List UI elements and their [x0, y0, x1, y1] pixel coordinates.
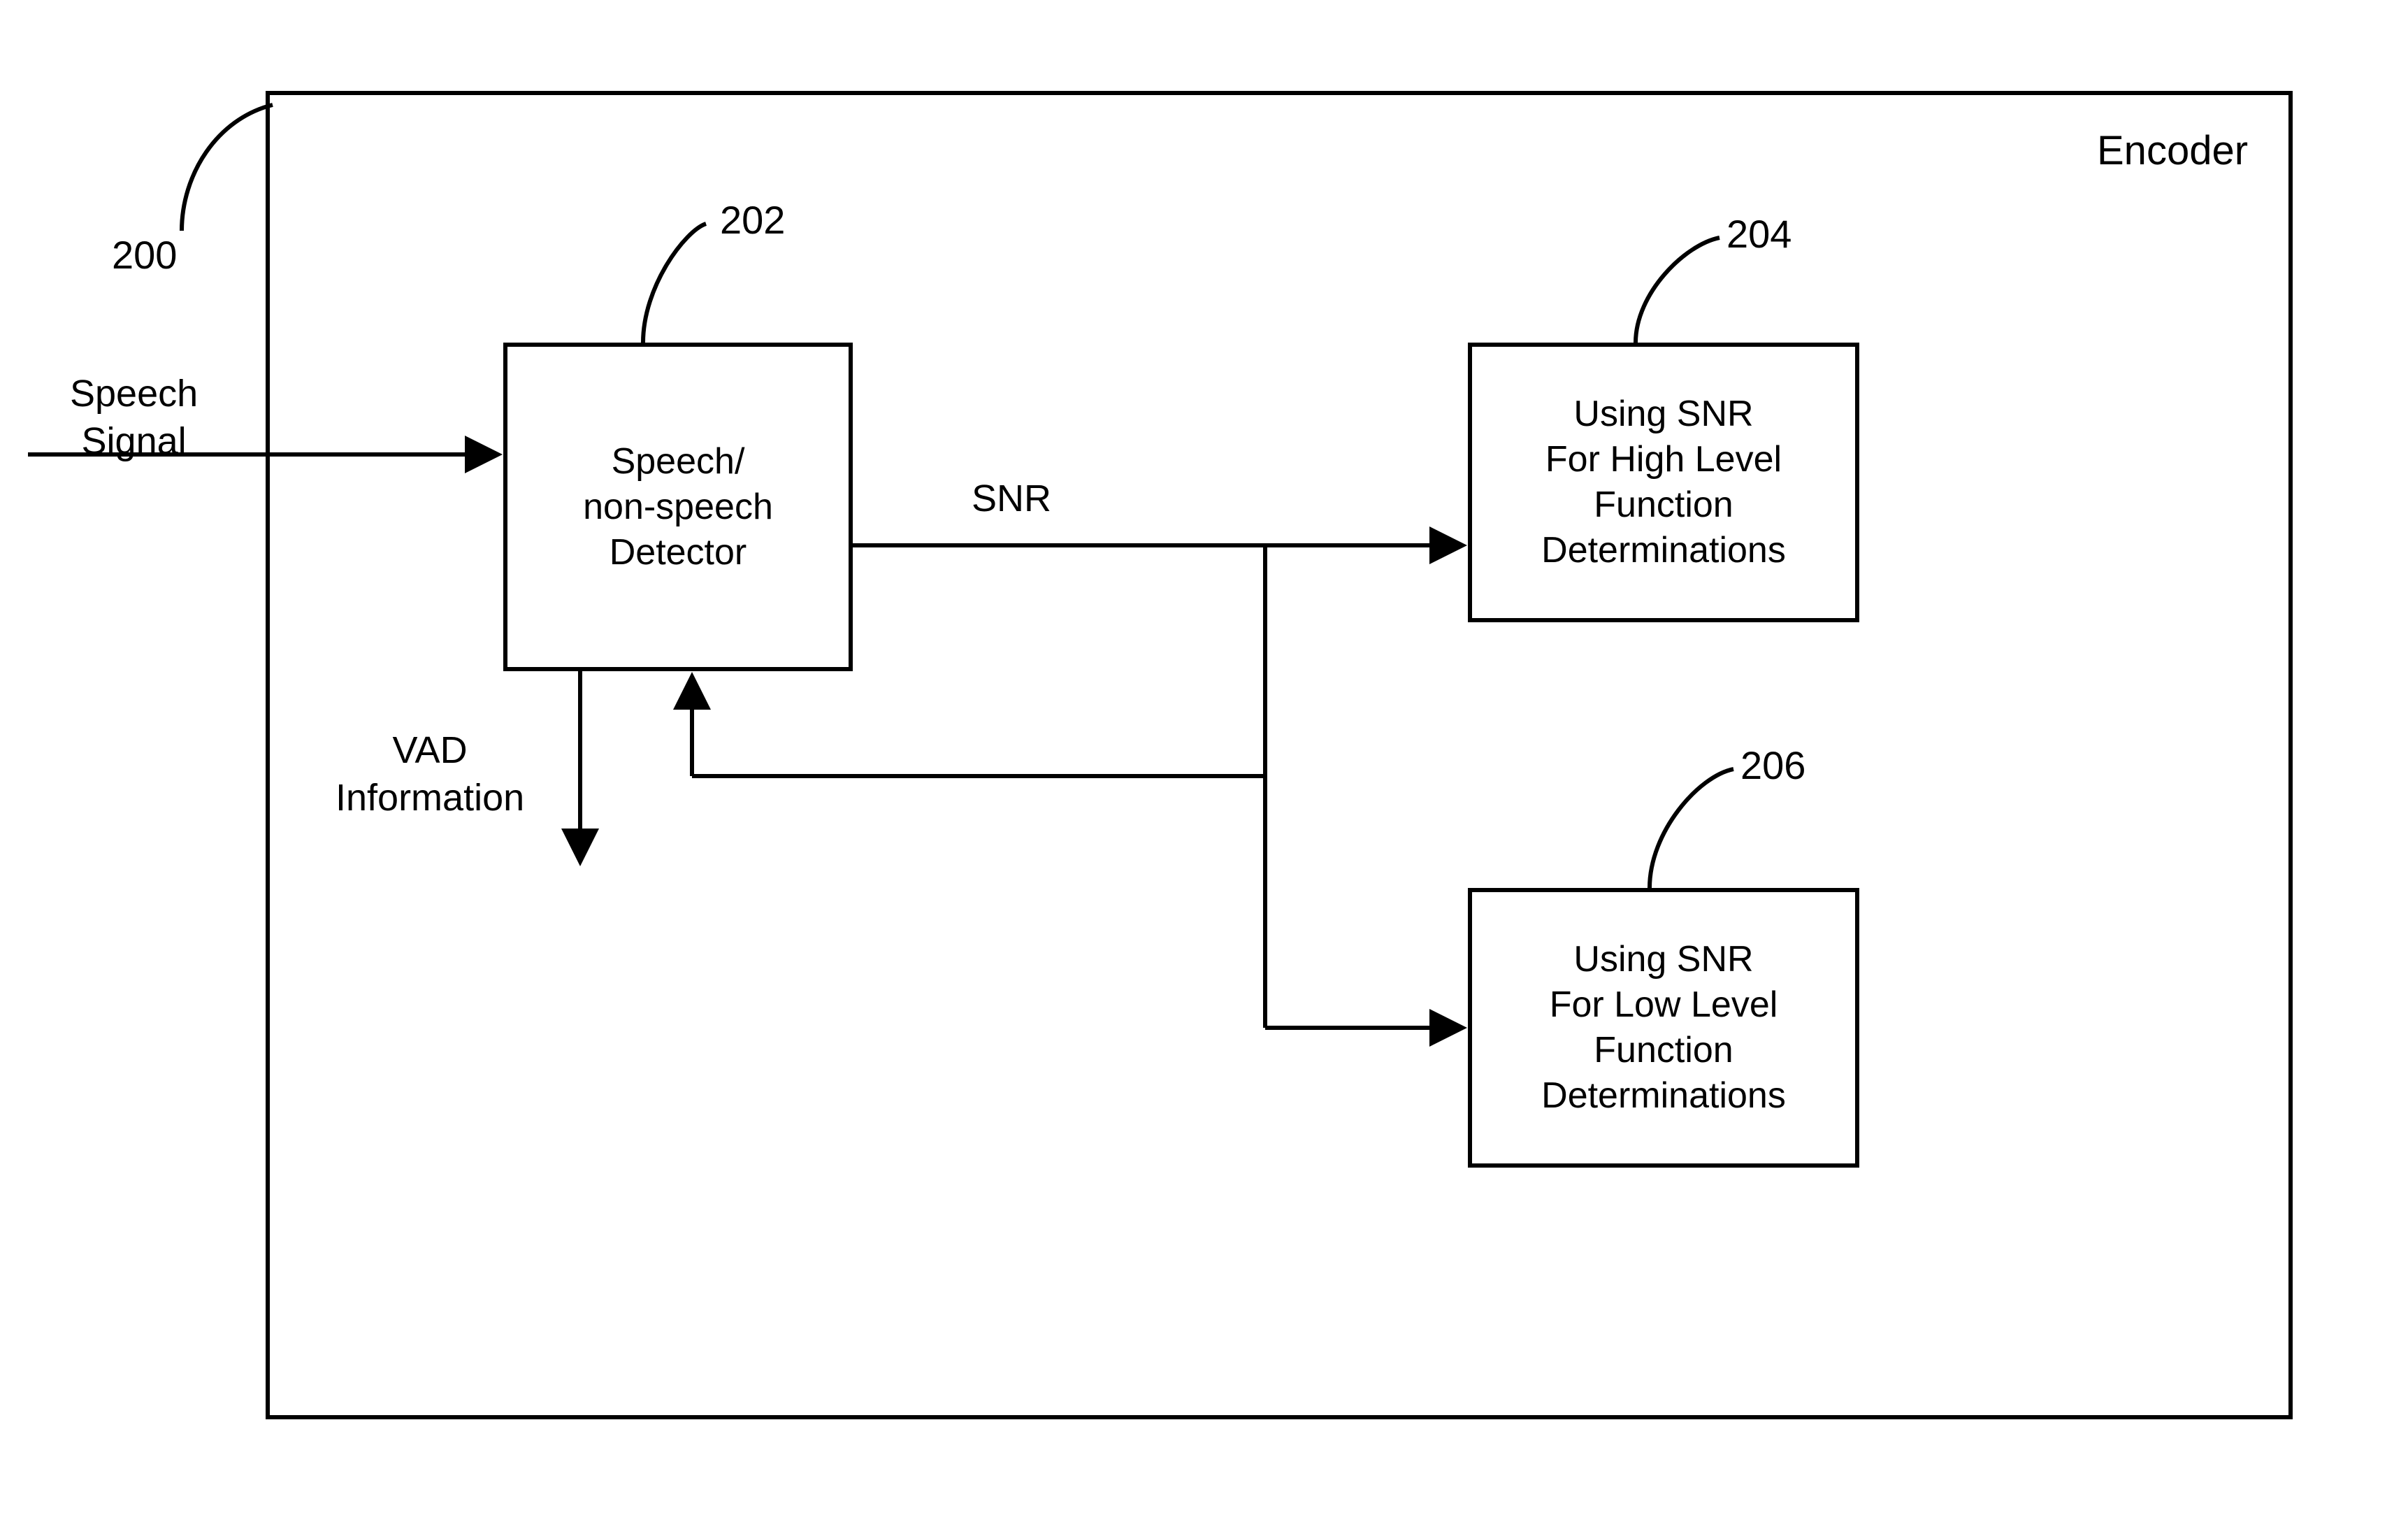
callout-200 — [182, 105, 273, 231]
callout-206 — [1650, 769, 1733, 888]
callout-204 — [1636, 238, 1720, 343]
callout-202 — [643, 224, 706, 343]
diagram-lines — [0, 0, 2408, 1520]
